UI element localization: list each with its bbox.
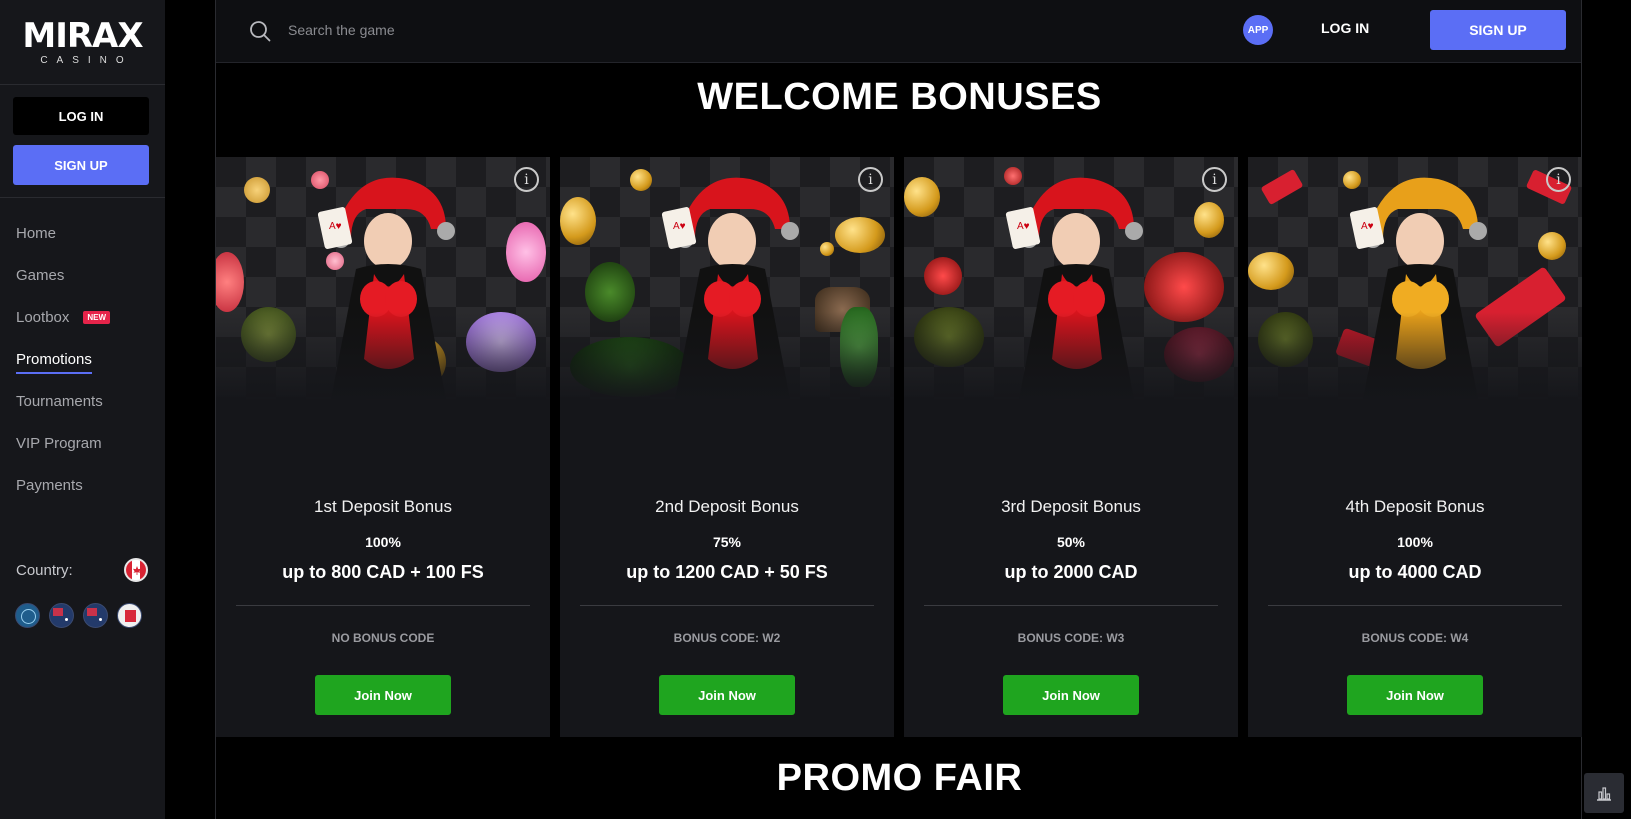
main-content: APP LOG IN SIGN UP WELCOME BONUSES xyxy=(215,0,1582,819)
bonus-card-art: A♥ i xyxy=(216,157,550,402)
join-now-button[interactable]: Join Now xyxy=(1003,675,1139,715)
sidebar-item-home[interactable]: Home xyxy=(0,212,165,254)
new-zealand-flag-icon[interactable] xyxy=(83,603,108,628)
bonus-card-percent: 50% xyxy=(1056,534,1086,550)
header-signup-button[interactable]: SIGN UP xyxy=(1430,10,1566,50)
svg-text:A♥: A♥ xyxy=(329,221,342,232)
new-badge: NEW xyxy=(83,310,111,324)
bonus-card-code: NO BONUS CODE xyxy=(331,631,435,645)
bonus-card: A♥ i 3rd Deposit Bonus 50% up to 2000 CA… xyxy=(904,157,1238,737)
bar-chart-icon[interactable] xyxy=(1584,773,1624,813)
sidebar-item-payments[interactable]: Payments xyxy=(0,464,165,506)
info-icon[interactable]: i xyxy=(514,167,539,192)
header-login-button[interactable]: LOG IN xyxy=(1321,20,1369,36)
globe-icon[interactable] xyxy=(15,603,40,628)
sidebar-item-label: Home xyxy=(16,224,57,242)
bonus-card-amount: up to 4000 CAD xyxy=(1348,562,1482,582)
search-input[interactable] xyxy=(288,18,688,42)
bonus-card: A♥ i 1st Deposit Bonus 100% up to 800 CA… xyxy=(216,157,550,737)
divider xyxy=(236,605,530,606)
bonus-cards: A♥ i 1st Deposit Bonus 100% up to 800 CA… xyxy=(216,157,1583,737)
sidebar-item-label: Lootbox xyxy=(16,308,70,326)
sidebar-item-vip-program[interactable]: VIP Program xyxy=(0,422,165,464)
logo-wordmark: MIRAX xyxy=(22,15,143,56)
country-label: Country: xyxy=(16,561,73,579)
bonus-card-art: A♥ i xyxy=(904,157,1238,402)
bonus-card-art: A♥ i xyxy=(1248,157,1582,402)
svg-text:A♥: A♥ xyxy=(1017,221,1030,232)
divider xyxy=(924,605,1218,606)
sidebar: MIRAX CASINO LOG IN SIGN UP Home Games L… xyxy=(0,0,165,819)
bonus-card-percent: 75% xyxy=(712,534,742,550)
bonus-card-code: BONUS CODE: W4 xyxy=(1361,631,1469,645)
canada-flag-icon[interactable] xyxy=(124,558,148,582)
sidebar-nav: Home Games Lootbox NEW Promotions Tournam… xyxy=(0,198,165,506)
svg-text:A♥: A♥ xyxy=(1361,221,1374,232)
svg-text:A♥: A♥ xyxy=(673,221,686,232)
logo[interactable]: MIRAX CASINO xyxy=(0,0,165,85)
jester-illustration: A♥ xyxy=(1349,177,1487,399)
bonus-card-code: BONUS CODE: W3 xyxy=(1017,631,1125,645)
country-selector: Country: xyxy=(16,558,148,582)
join-now-button[interactable]: Join Now xyxy=(315,675,451,715)
jester-illustration: A♥ xyxy=(661,177,799,399)
bonus-card-title: 2nd Deposit Bonus xyxy=(655,497,799,516)
sidebar-login-button[interactable]: LOG IN xyxy=(13,97,149,135)
divider xyxy=(580,605,874,606)
bonus-card-title: 1st Deposit Bonus xyxy=(314,497,452,516)
sidebar-item-label: Promotions xyxy=(16,351,92,374)
divider xyxy=(1268,605,1562,606)
jester-illustration: A♥ xyxy=(317,177,455,399)
sidebar-item-promotions[interactable]: Promotions xyxy=(0,338,165,380)
bonus-card-amount: up to 1200 CAD + 50 FS xyxy=(626,562,828,582)
info-icon[interactable]: i xyxy=(858,167,883,192)
bonus-card-percent: 100% xyxy=(365,534,401,550)
sidebar-item-label: Tournaments xyxy=(16,392,103,410)
bonus-card-code: BONUS CODE: W2 xyxy=(673,631,781,645)
canada-french-flag-icon[interactable] xyxy=(117,603,142,628)
sidebar-item-label: Payments xyxy=(16,476,83,494)
search-icon[interactable] xyxy=(249,20,271,42)
sidebar-item-label: Games xyxy=(16,266,65,284)
bonus-card-title: 4th Deposit Bonus xyxy=(1345,497,1485,516)
welcome-bonuses-title: WELCOME BONUSES xyxy=(697,76,1102,118)
sidebar-item-tournaments[interactable]: Tournaments xyxy=(0,380,165,422)
info-icon[interactable]: i xyxy=(1546,167,1571,192)
sidebar-signup-button[interactable]: SIGN UP xyxy=(13,145,149,185)
bonus-card-amount: up to 800 CAD + 100 FS xyxy=(282,562,484,582)
info-icon[interactable]: i xyxy=(1202,167,1227,192)
sidebar-item-label: VIP Program xyxy=(16,434,102,452)
bonus-card-title: 3rd Deposit Bonus xyxy=(1001,497,1141,516)
bonus-card-art: A♥ i xyxy=(560,157,894,402)
sidebar-item-lootbox[interactable]: Lootbox NEW xyxy=(0,296,165,338)
logo-subtitle: CASINO xyxy=(40,54,133,66)
sidebar-item-games[interactable]: Games xyxy=(0,254,165,296)
bonus-card: A♥ i 4th Deposit Bonus 100% up to 4000 C… xyxy=(1248,157,1582,737)
language-flags xyxy=(15,603,142,628)
app-button[interactable]: APP xyxy=(1243,15,1273,45)
join-now-button[interactable]: Join Now xyxy=(659,675,795,715)
top-bar: APP LOG IN SIGN UP xyxy=(216,0,1581,63)
bonus-card: A♥ i 2nd Deposit Bonus 75% up to 1200 CA… xyxy=(560,157,894,737)
sidebar-auth: LOG IN SIGN UP xyxy=(0,85,165,198)
australia-flag-icon[interactable] xyxy=(49,603,74,628)
join-now-button[interactable]: Join Now xyxy=(1347,675,1483,715)
jester-illustration: A♥ xyxy=(1005,177,1143,399)
bonus-card-percent: 100% xyxy=(1397,534,1433,550)
promo-fair-title: PROMO FAIR xyxy=(776,757,1023,799)
bonus-card-amount: up to 2000 CAD xyxy=(1004,562,1138,582)
